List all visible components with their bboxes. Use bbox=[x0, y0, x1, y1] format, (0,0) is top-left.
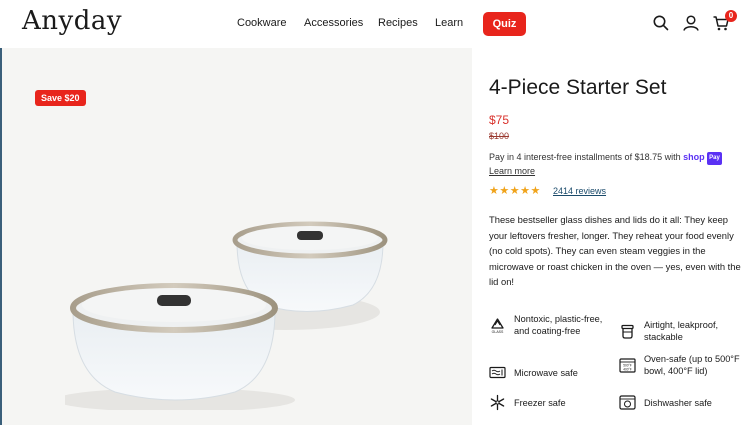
feature-label: Nontoxic, plastic-free, and coating-free bbox=[514, 314, 603, 336]
page-edge bbox=[0, 48, 2, 425]
snowflake-icon bbox=[490, 394, 505, 411]
save-badge: Save $20 bbox=[35, 90, 86, 106]
installment-info: Pay in 4 interest-free installments of $… bbox=[489, 151, 739, 178]
feature-label: Airtight, leakproof, stackable bbox=[644, 320, 719, 342]
feature-label: Dishwasher safe bbox=[644, 397, 712, 408]
site-header: Anyday Cookware Accessories Recipes Lear… bbox=[0, 0, 754, 48]
account-icon[interactable] bbox=[682, 14, 700, 32]
feature-freezer: Freezer safe bbox=[489, 394, 604, 411]
product-image-glass-bowls bbox=[65, 221, 388, 410]
cart-count-badge: 0 bbox=[725, 10, 737, 22]
feature-dishwasher: Dishwasher safe bbox=[619, 394, 741, 411]
nav-accessories[interactable]: Accessories bbox=[304, 17, 363, 29]
feature-label: Freezer safe bbox=[514, 397, 566, 408]
svg-text:400°F: 400°F bbox=[623, 367, 632, 371]
learn-more-link[interactable]: Learn more bbox=[489, 166, 535, 176]
nav-recipes[interactable]: Recipes bbox=[378, 17, 418, 29]
container-icon bbox=[621, 324, 634, 339]
recycle-icon: GLASS bbox=[491, 317, 504, 334]
feature-airtight: Airtight, leakproof, stackable bbox=[619, 319, 741, 343]
microwave-icon bbox=[489, 366, 506, 379]
nav-learn[interactable]: Learn bbox=[435, 17, 463, 29]
feature-label: Microwave safe bbox=[514, 367, 578, 378]
installment-text: Pay in 4 interest-free installments of $… bbox=[489, 152, 681, 162]
svg-text:GLASS: GLASS bbox=[492, 330, 504, 334]
product-title: 4-Piece Starter Set bbox=[489, 76, 667, 99]
sale-price: $75 bbox=[489, 113, 510, 127]
search-icon[interactable] bbox=[652, 14, 670, 32]
logo[interactable]: Anyday bbox=[22, 6, 122, 36]
feature-label: Oven-safe (up to 500°F bowl, 400°F lid) bbox=[644, 354, 740, 376]
compare-price: $100 bbox=[489, 131, 510, 141]
dishwasher-icon bbox=[619, 395, 636, 410]
shop-pay-logo: shop Pay bbox=[683, 152, 722, 165]
oven-icon: 500°F 400°F bbox=[619, 357, 636, 373]
feature-nontoxic: GLASS Nontoxic, plastic-free, and coatin… bbox=[489, 313, 604, 337]
feature-oven: 500°F 400°F Oven-safe (up to 500°F bowl,… bbox=[619, 353, 741, 377]
reviews-link[interactable]: 2414 reviews bbox=[553, 186, 606, 196]
nav-cookware[interactable]: Cookware bbox=[237, 17, 287, 29]
rating-stars: ★★★★★ bbox=[489, 185, 541, 197]
feature-microwave: Microwave safe bbox=[489, 364, 604, 381]
product-description: These bestseller glass dishes and lids d… bbox=[489, 214, 741, 287]
quiz-button[interactable]: Quiz bbox=[483, 12, 526, 36]
